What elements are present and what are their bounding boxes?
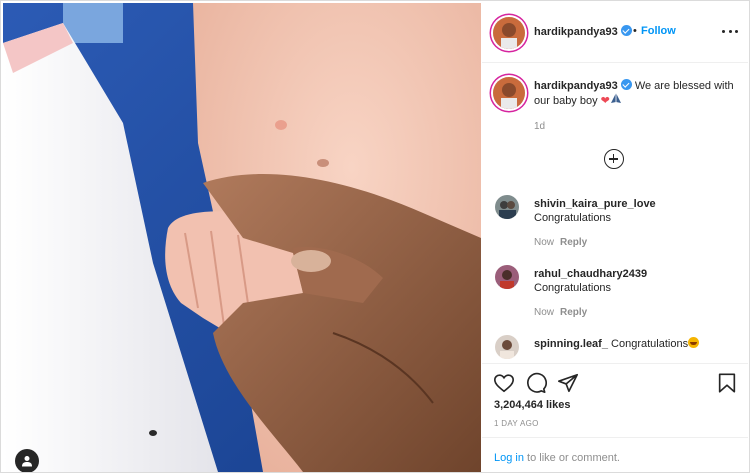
red-heart-icon: ❤	[600, 95, 610, 107]
verified-badge-icon	[620, 25, 632, 36]
comment-text: Congratulations	[611, 338, 689, 350]
comment-body: spinning.leaf_ Congratulations	[534, 337, 739, 351]
person-icon	[22, 456, 32, 467]
avatar-image	[493, 77, 525, 109]
caption-username[interactable]: hardikpandya93	[534, 80, 618, 92]
photo-baby-hand-illustration	[3, 3, 481, 472]
save-bookmark-icon[interactable]	[716, 372, 738, 394]
tagged-users-button[interactable]	[15, 449, 39, 472]
instagram-post-card: hardikpandya93 • Follow hardikpandya93 W	[0, 0, 750, 473]
post-timestamp[interactable]: 1 day ago	[494, 419, 539, 428]
author-username[interactable]: hardikpandya93	[534, 25, 632, 38]
commenter-avatar[interactable]	[495, 335, 519, 359]
reply-button[interactable]: Reply	[560, 237, 587, 248]
commenter-avatar[interactable]	[495, 265, 519, 289]
comment-meta: Now Reply	[534, 307, 587, 318]
comment-body: shivin_kaira_pure_love Congratulations	[534, 197, 739, 225]
author-username-text[interactable]: hardikpandya93	[534, 26, 618, 38]
caption-body: hardikpandya93 We are blessed with our b…	[534, 79, 739, 108]
share-icon[interactable]	[557, 372, 579, 394]
comments-section: hardikpandya93 We are blessed with our b…	[482, 63, 748, 363]
post-side-panel: hardikpandya93 • Follow hardikpandya93 W	[482, 3, 748, 472]
login-prompt-bar: Log in to like or comment.	[482, 437, 748, 472]
commenter-username[interactable]: shivin_kaira_pure_love	[534, 197, 739, 211]
login-prompt: Log in to like or comment.	[494, 452, 620, 464]
comment-time: Now	[534, 307, 555, 318]
avatar-image	[493, 17, 525, 49]
follow-button[interactable]: Follow	[641, 25, 676, 37]
load-more-comments-icon[interactable]	[604, 149, 624, 169]
avatar-image	[495, 335, 519, 359]
avatar-image	[495, 195, 519, 219]
post-photo[interactable]	[3, 3, 481, 472]
post-actions: 3,204,464 likes 1 day ago	[482, 363, 748, 443]
comment-text: Congratulations	[534, 212, 612, 224]
login-link[interactable]: Log in	[494, 452, 524, 464]
caption-time: 1d	[534, 121, 546, 132]
like-heart-icon[interactable]	[493, 372, 515, 394]
comment-body: rahul_chaudhary2439 Congratulations	[534, 267, 739, 295]
comment-time: Now	[534, 237, 555, 248]
commenter-username[interactable]: rahul_chaudhary2439	[534, 267, 739, 281]
caption-author-avatar[interactable]	[493, 77, 525, 109]
login-prompt-text: to like or comment.	[527, 452, 620, 464]
commenter-username[interactable]: spinning.leaf_	[534, 338, 608, 350]
avatar-image	[495, 265, 519, 289]
comment-meta: Now Reply	[534, 237, 587, 248]
comment-text: Congratulations	[534, 282, 612, 294]
follow-separator: •	[633, 25, 637, 37]
verified-badge-icon	[620, 79, 632, 90]
author-avatar[interactable]	[493, 17, 525, 49]
folded-hands-icon	[610, 93, 622, 108]
post-header: hardikpandya93 • Follow	[482, 3, 748, 63]
comment-icon[interactable]	[525, 372, 547, 394]
more-options-icon[interactable]	[722, 25, 738, 37]
likes-count[interactable]: 3,204,464 likes	[494, 399, 570, 411]
commenter-avatar[interactable]	[495, 195, 519, 219]
smiling-face-icon	[688, 337, 700, 348]
reply-button[interactable]: Reply	[560, 307, 587, 318]
